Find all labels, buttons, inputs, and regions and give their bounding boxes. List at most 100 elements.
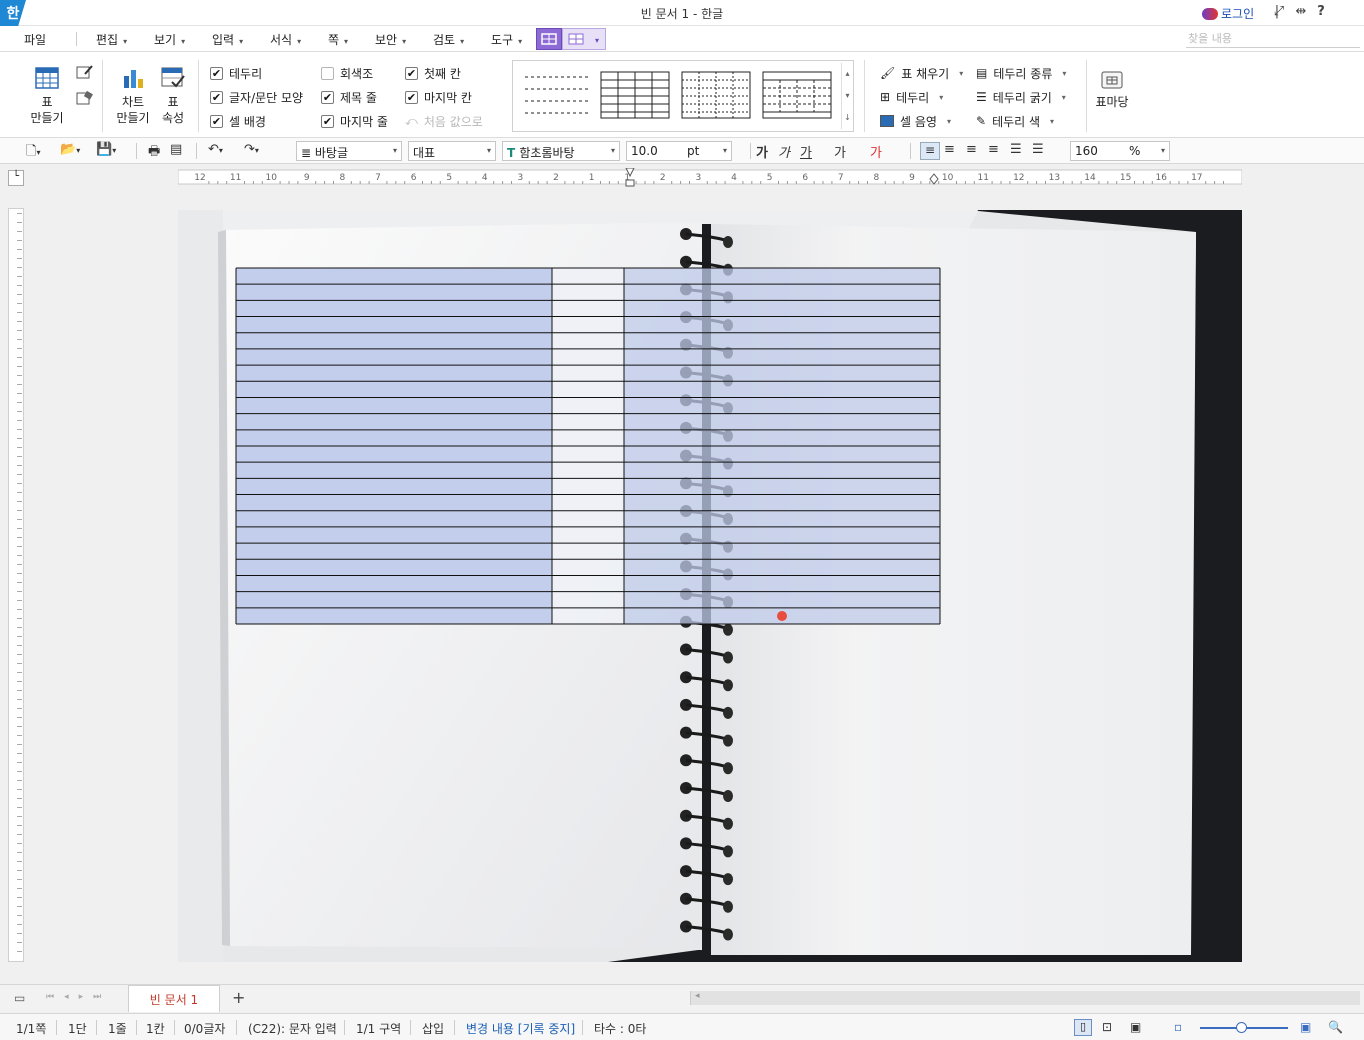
status-section: 1/1 구역	[356, 1022, 402, 1036]
menu-format[interactable]: 서식 ▾	[270, 31, 301, 48]
menu-page[interactable]: 쪽 ▾	[328, 31, 348, 48]
magnifier-icon[interactable]: 🔍	[1328, 1020, 1343, 1034]
font-select[interactable]: T 함초롬바탕 ▾	[502, 141, 620, 161]
preview-icon[interactable]: ▤	[170, 142, 182, 157]
find-input[interactable]: 찾을 내용	[1186, 30, 1360, 48]
menu-file[interactable]: 파일	[24, 31, 46, 48]
ruler-tick	[17, 870, 22, 871]
open-icon[interactable]: 📂▾	[60, 142, 80, 157]
fit-width-icon[interactable]: ⇹	[1292, 4, 1310, 19]
zoom-slider-handle[interactable]	[1236, 1022, 1247, 1033]
border-width-icon: ☰	[976, 90, 987, 104]
check-first-col[interactable]: ✔ 첫째 칸	[405, 65, 461, 81]
sheet-icon[interactable]: ▭	[14, 991, 25, 1005]
indent-marker[interactable]	[625, 179, 635, 187]
check-border[interactable]: ✔ 테두리	[210, 65, 262, 81]
border-button[interactable]: ⊞ 테두리 ▾	[880, 89, 943, 105]
table[interactable]	[178, 210, 1242, 962]
table-props-button[interactable]: 표 속성	[154, 66, 192, 126]
ruler-label: 17	[1191, 173, 1202, 183]
tab-nav-icons[interactable]: ⏮◂▸⏭	[46, 992, 111, 1002]
status-track-changes[interactable]: 변경 내용 [기록 중지]	[466, 1020, 575, 1037]
fit-view-icon[interactable]: ⊡	[1102, 1020, 1112, 1034]
cell-shade-button[interactable]: 셀 음영 ▾	[880, 113, 951, 129]
underline-button[interactable]: 가	[800, 142, 812, 161]
border-width-button[interactable]: ☰ 테두리 굵기 ▾	[976, 89, 1066, 105]
cell-shade-icon	[880, 115, 894, 127]
align-split-icon[interactable]: ☰	[1032, 142, 1044, 157]
zoom-select[interactable]: 160% ▾	[1070, 141, 1170, 161]
ruler-tick	[17, 645, 22, 646]
check-last-row[interactable]: ✔ 마지막 줄	[321, 113, 388, 129]
style-thumb-none[interactable]	[521, 71, 593, 121]
status-chars: 0/0글자	[184, 1022, 226, 1036]
zoom-out-icon[interactable]: ▫	[1174, 1020, 1182, 1034]
size-select[interactable]: 10.0 pt ▾	[626, 141, 732, 161]
check-grayscale[interactable]: 회색조	[321, 65, 373, 81]
border-color-button[interactable]: ✎ 테두리 색 ▾	[976, 113, 1054, 129]
ruler-tick	[17, 330, 22, 331]
menu-insert[interactable]: 입력 ▾	[212, 31, 243, 48]
new-doc-icon[interactable]: 🗋▾	[26, 142, 40, 164]
chart-make-button[interactable]: 차트 만들기	[110, 66, 156, 126]
status-cell: (C22): 문자 입력	[248, 1022, 337, 1036]
check-last-col[interactable]: ✔ 마지막 칸	[405, 89, 472, 105]
bold-button[interactable]: 가	[756, 142, 768, 161]
align-right-icon[interactable]: ≡	[988, 142, 999, 157]
align-center-icon[interactable]: ≡	[966, 142, 977, 157]
table-design-tab-icon[interactable]	[536, 28, 562, 50]
save-icon[interactable]: 💾▾	[96, 142, 116, 157]
menu-security[interactable]: 보안 ▾	[375, 31, 406, 48]
table-make-button[interactable]: 표 만들기	[24, 66, 70, 126]
font-icon: T	[507, 146, 520, 160]
document-tab[interactable]: 빈 문서 1	[128, 985, 220, 1012]
scroll-left-icon[interactable]: ◂	[695, 991, 700, 1001]
login-button[interactable]: 로그인	[1202, 5, 1254, 22]
menu-review[interactable]: 검토 ▾	[433, 31, 464, 48]
menu-tools[interactable]: 도구 ▾	[491, 31, 522, 48]
menu-view[interactable]: 보기 ▾	[154, 31, 185, 48]
table-yard-button[interactable]: 표마당	[1092, 68, 1132, 110]
help-icon[interactable]: ?	[1312, 4, 1330, 19]
align-justify-icon[interactable]: ≡	[920, 142, 940, 160]
document-page[interactable]	[178, 210, 1242, 962]
table-fill-button[interactable]: 🖌 표 채우기 ▾	[880, 65, 963, 81]
strike-button[interactable]: 가	[834, 142, 846, 161]
reset-button[interactable]: ⤺ 처음 값으로	[405, 113, 483, 129]
page-view-icon[interactable]: ▯	[1074, 1019, 1092, 1036]
style-thumb-grid[interactable]	[600, 71, 672, 121]
full-view-icon[interactable]: ▣	[1130, 1020, 1141, 1034]
style-select[interactable]: ≣ 바탕글 ▾	[296, 141, 402, 161]
font-color-button[interactable]: 가	[870, 142, 882, 161]
check-char-para[interactable]: ✔ 글자/문단 모양	[210, 89, 303, 105]
status-mode[interactable]: 삽입	[422, 1020, 444, 1037]
status-page[interactable]: 1/1쪽	[16, 1020, 46, 1037]
redo-icon[interactable]: ↷▾	[244, 142, 259, 157]
style-thumb-dashed[interactable]	[681, 71, 753, 121]
undo-icon[interactable]: ↶▾	[208, 142, 223, 157]
ruler-label: 5	[446, 173, 452, 183]
check-header-row[interactable]: ✔ 제목 줄	[321, 89, 377, 105]
table-erase-icon[interactable]	[76, 90, 94, 109]
border-type-button[interactable]: ▤ 테두리 종류 ▾	[976, 65, 1066, 81]
ruler-tick	[17, 402, 22, 403]
print-icon[interactable]: 🖶	[148, 142, 160, 164]
menu-edit[interactable]: 편집 ▾	[96, 31, 127, 48]
add-tab-button[interactable]: +	[232, 988, 245, 1007]
horizontal-scrollbar[interactable]: ◂	[690, 991, 1360, 1005]
lang-select[interactable]: 대표 ▾	[408, 141, 496, 161]
align-left-icon[interactable]: ≡	[944, 142, 955, 157]
checkbox-icon: ✔	[321, 114, 334, 128]
table-draw-icon[interactable]	[76, 64, 94, 83]
check-cell-bg[interactable]: ✔ 셀 배경	[210, 113, 266, 129]
fullscreen-icon[interactable]: ⤢	[1270, 4, 1288, 19]
tab-stop-icon[interactable]: └	[8, 170, 24, 186]
gallery-scroll[interactable]: ▴ ▾ ↓	[841, 63, 853, 129]
border-color-icon: ✎	[976, 114, 987, 128]
align-distribute-icon[interactable]: ☰	[1010, 142, 1022, 157]
zoom-in-icon[interactable]: ▣	[1300, 1020, 1311, 1034]
italic-button[interactable]: 가	[778, 142, 790, 161]
ruler-tick	[17, 348, 22, 349]
style-thumb-mixed[interactable]	[762, 71, 834, 121]
table-layout-tab-icon[interactable]: ▾	[562, 28, 606, 50]
